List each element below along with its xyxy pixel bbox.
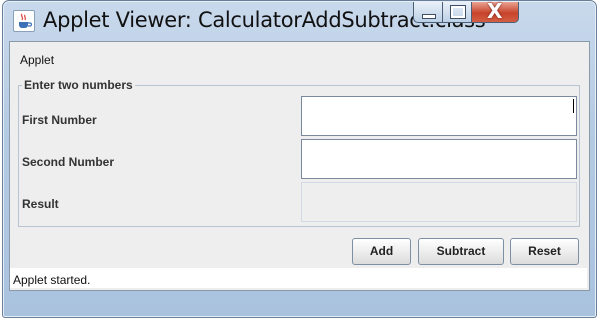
group-title: Enter two numbers [22,78,135,92]
applet-panel: Applet Enter two numbers First Number Se… [9,41,590,291]
add-button[interactable]: Add [352,238,411,265]
minimize-icon [422,14,436,19]
maximize-button[interactable] [442,2,472,23]
first-number-input[interactable] [301,96,577,136]
first-number-label: First Number [22,113,97,127]
status-text: Applet started. [13,273,91,287]
maximize-icon [450,5,466,19]
text-caret [573,99,574,113]
close-icon: X [487,0,503,23]
close-button[interactable]: X [471,0,519,23]
result-field [301,182,577,222]
numbers-group: Enter two numbers First Number Second Nu… [18,78,580,227]
status-bar: Applet started. [10,268,587,288]
second-number-label: Second Number [22,155,115,169]
second-number-input[interactable] [301,139,577,179]
java-cup-icon [13,10,35,32]
minimize-button[interactable] [413,2,443,23]
applet-menu[interactable]: Applet [20,53,54,67]
window-frame-bottom [3,290,596,316]
applet-viewer-window: Applet Viewer: CalculatorAddSubtract.cla… [2,0,597,318]
result-label: Result [22,197,59,211]
reset-button[interactable]: Reset [510,238,579,265]
title-bar[interactable]: Applet Viewer: CalculatorAddSubtract.cla… [3,0,596,41]
subtract-button[interactable]: Subtract [418,238,504,265]
